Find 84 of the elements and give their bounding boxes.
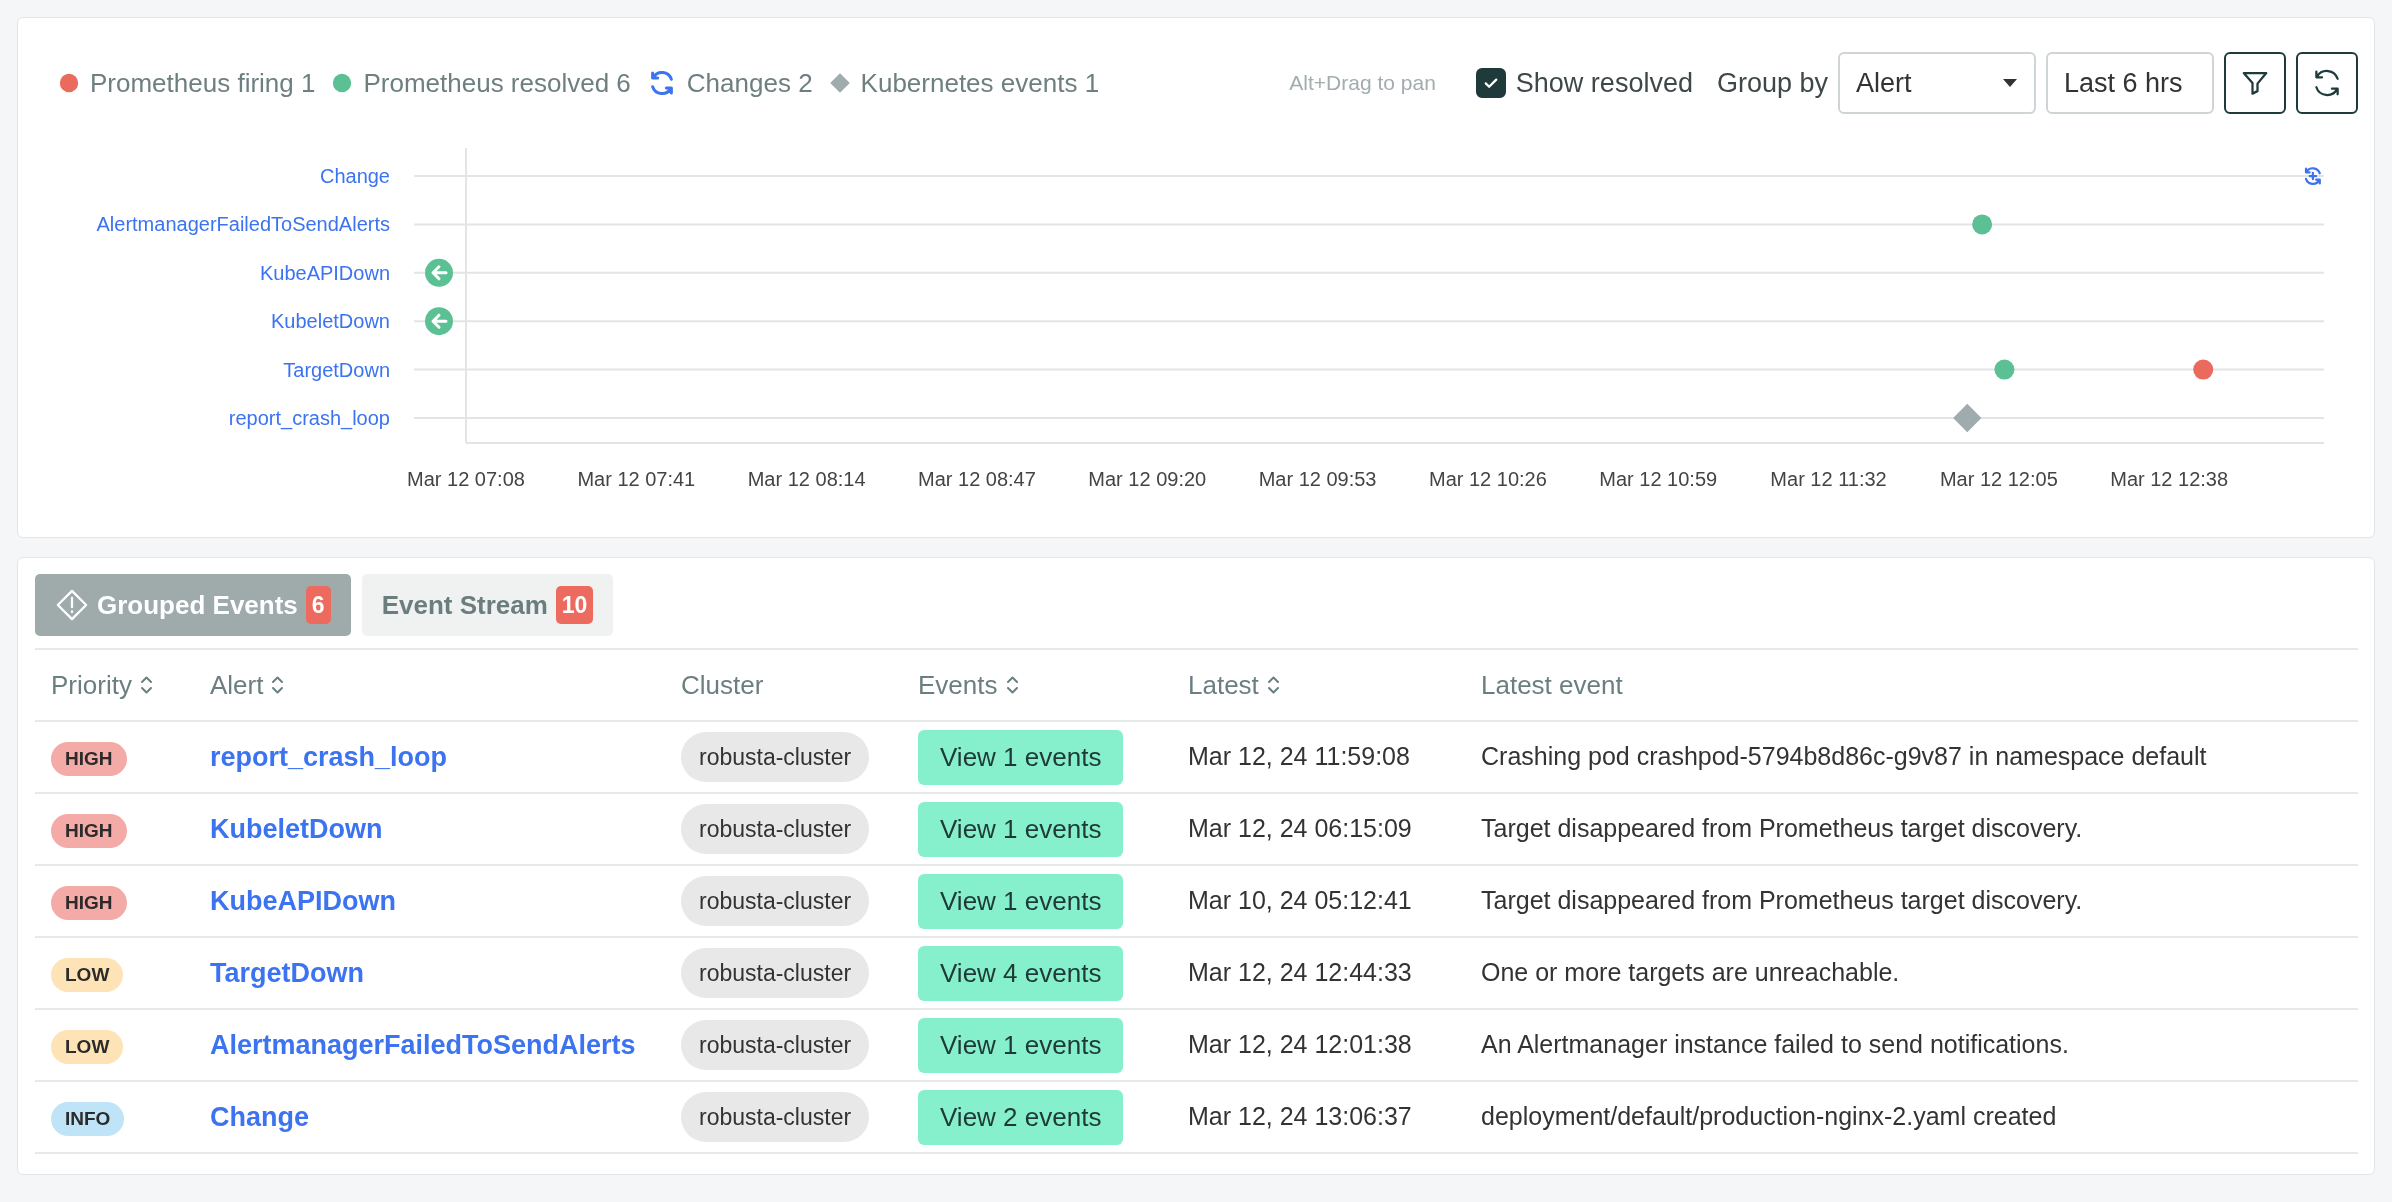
latest-time: Mar 12, 24 06:15:09: [1188, 814, 1412, 843]
cluster-tag: robusta-cluster: [681, 1091, 870, 1143]
alert-link[interactable]: KubeletDown: [210, 813, 383, 844]
group-by-label: Group by: [1716, 66, 1828, 100]
sort-icon[interactable]: [139, 675, 153, 695]
tick-label: Mar 12 08:14: [747, 468, 866, 490]
column-header: Cluster: [681, 668, 764, 702]
event-dot[interactable]: [1994, 359, 2015, 380]
cluster-tag: robusta-cluster: [681, 947, 870, 999]
column-header: Latest event: [1481, 668, 1623, 702]
tick-label: Mar 12 10:26: [1428, 468, 1547, 490]
legend-label: Prometheus resolved 6: [363, 66, 631, 100]
show-resolved-checkbox[interactable]: [1475, 68, 1506, 98]
legend-label: Changes 2: [686, 66, 813, 100]
legend-label: Prometheus firing 1: [90, 66, 316, 100]
event-dot[interactable]: [2193, 359, 2214, 380]
legend-label: Kubernetes events 1: [860, 66, 1100, 100]
caret-icon: [2002, 78, 2018, 88]
row-label: AlertmanagerFailedToSendAlerts: [96, 213, 390, 236]
tab[interactable]: Grouped Events 6: [35, 574, 351, 636]
change-marker-icon[interactable]: [2304, 167, 2321, 185]
view-events-button[interactable]: View 2 events: [918, 1089, 1124, 1145]
view-events-button[interactable]: View 1 events: [918, 873, 1124, 929]
tick-label: Mar 12 10:59: [1599, 468, 1718, 490]
latest-event-text: One or more targets are unreachable.: [1481, 958, 1900, 987]
tick-label: Mar 12 12:05: [1939, 468, 2058, 490]
tick-label: Mar 12 07:41: [577, 468, 696, 490]
latest-time: Mar 12, 24 12:44:33: [1188, 958, 1412, 987]
priority-tag: INFO: [51, 1101, 125, 1137]
latest-event-text: Target disappeared from Prometheus target discovery.: [1481, 886, 2083, 915]
priority-tag: HIGH: [51, 813, 127, 849]
event-dot[interactable]: [1972, 214, 1993, 235]
tick-label: Mar 12 08:47: [918, 468, 1036, 490]
latest-event-text: Target disappeared from Prometheus target discovery.: [1481, 814, 2083, 843]
priority-tag: HIGH: [51, 741, 127, 777]
view-events-button[interactable]: View 1 events: [918, 801, 1124, 857]
tick-label: Mar 12 12:38: [2110, 468, 2229, 490]
column-header[interactable]: Latest: [1188, 665, 1259, 705]
alert-link[interactable]: TargetDown: [210, 957, 364, 988]
column-header[interactable]: Alert: [210, 665, 264, 705]
latest-event-text: Crashing pod crashpod-5794b8d86c-g9v87 in namespace default: [1481, 742, 2207, 771]
priority-tag: LOW: [51, 1029, 124, 1065]
column-header[interactable]: Events: [918, 665, 998, 705]
priority-tag: HIGH: [51, 885, 127, 921]
cluster-tag: robusta-cluster: [681, 875, 870, 927]
latest-time: Mar 12, 24 13:06:37: [1188, 1102, 1412, 1131]
count-badge: 10: [555, 585, 594, 625]
filter-button[interactable]: [2224, 52, 2286, 114]
row-label: TargetDown: [283, 358, 390, 381]
sort-icon[interactable]: [1266, 675, 1280, 695]
tick-label: Mar 12 09:20: [1088, 468, 1207, 490]
row-label: KubeAPIDown: [259, 261, 390, 284]
time-range-field[interactable]: Last 6 hrs: [2046, 52, 2214, 114]
tick-label: Mar 12 11:32: [1770, 468, 1887, 490]
latest-time: Mar 12, 24 11:59:08: [1188, 742, 1410, 771]
view-events-button[interactable]: View 1 events: [918, 729, 1124, 785]
latest-time: Mar 10, 24 05:12:41: [1188, 886, 1412, 915]
latest-event-text: deployment/default/production-nginx-2.yaml created: [1481, 1102, 2057, 1131]
cluster-tag: robusta-cluster: [681, 803, 870, 855]
count-badge: 6: [305, 585, 331, 625]
sort-icon[interactable]: [271, 675, 285, 695]
row-label: KubeletDown: [271, 310, 390, 333]
latest-event-text: An Alertmanager instance failed to send notifications.: [1481, 1030, 2069, 1059]
row-label: report_crash_loop: [228, 407, 390, 429]
alert-link[interactable]: Change: [210, 1101, 309, 1132]
latest-time: Mar 12, 24 12:01:38: [1188, 1030, 1412, 1059]
show-resolved-label: Show resolved: [1515, 66, 1693, 100]
priority-tag: LOW: [51, 957, 124, 993]
sort-icon[interactable]: [1005, 675, 1019, 695]
alert-link[interactable]: AlertmanagerFailedToSendAlerts: [210, 1029, 636, 1060]
tick-label: Mar 12 09:53: [1258, 468, 1377, 490]
alert-link[interactable]: report_crash_loop: [210, 741, 448, 772]
tab[interactable]: Event Stream 10: [361, 574, 614, 636]
cluster-tag: robusta-cluster: [681, 731, 870, 783]
refresh-button[interactable]: [2296, 52, 2358, 114]
hint-text: Alt+Drag to pan: [1289, 70, 1436, 97]
view-events-button[interactable]: View 4 events: [918, 945, 1124, 1001]
cluster-tag: robusta-cluster: [681, 1019, 870, 1071]
alert-link[interactable]: KubeAPIDown: [210, 885, 396, 916]
tick-label: Mar 12 07:08: [407, 468, 525, 490]
group-by-dropdown[interactable]: Alert: [1838, 52, 2036, 114]
column-header[interactable]: Priority: [51, 665, 132, 705]
view-events-button[interactable]: View 1 events: [918, 1017, 1124, 1073]
row-label: Change: [319, 165, 390, 187]
